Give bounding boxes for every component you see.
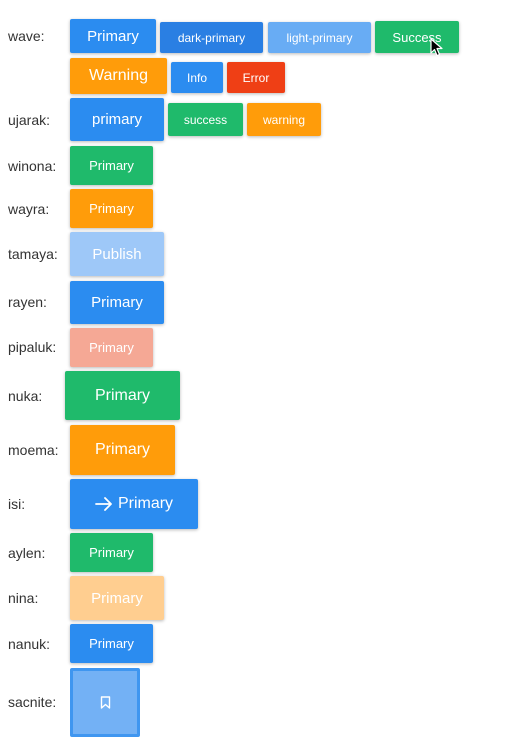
row-label-ujarak: ujarak: <box>8 112 51 128</box>
row-label-rayen: rayen: <box>8 294 47 310</box>
row-label-pipaluk: pipaluk: <box>8 339 57 355</box>
row-label-winona: winona: <box>8 158 57 174</box>
moema-primary-button[interactable]: Primary <box>70 425 175 475</box>
row-label-wayra: wayra: <box>8 201 50 217</box>
row-label-nuka: nuka: <box>8 388 43 404</box>
wave-dark-primary-button[interactable]: dark-primary <box>160 22 263 53</box>
winona-primary-button[interactable]: Primary <box>70 146 153 185</box>
wayra-primary-button[interactable]: Primary <box>70 189 153 228</box>
wave-error-button[interactable]: Error <box>227 62 285 93</box>
wave-info-button[interactable]: Info <box>171 62 223 93</box>
aylen-primary-button[interactable]: Primary <box>70 533 153 572</box>
pipaluk-primary-button[interactable]: Primary <box>70 328 153 367</box>
arrow-right-icon <box>95 497 112 511</box>
isi-primary-button-label: Primary <box>117 495 174 512</box>
row-label-wave: wave: <box>8 28 45 44</box>
mouse-cursor-icon <box>430 38 443 57</box>
wave-light-primary-button[interactable]: light-primary <box>268 22 371 53</box>
isi-primary-button[interactable]: Primary <box>70 479 198 529</box>
row-label-nanuk: nanuk: <box>8 636 51 652</box>
wave-primary-button[interactable]: Primary <box>70 19 156 53</box>
ujarak-primary-button[interactable]: primary <box>70 98 164 141</box>
row-label-moema: moema: <box>8 442 59 458</box>
wave-success-button[interactable]: Success <box>375 21 459 53</box>
wave-warning-button[interactable]: Warning <box>70 58 167 94</box>
rayen-primary-button[interactable]: Primary <box>70 281 164 324</box>
row-label-isi: isi: <box>8 496 26 512</box>
row-label-aylen: aylen: <box>8 545 46 561</box>
nanuk-primary-button[interactable]: Primary <box>70 624 153 663</box>
bookmark-icon <box>100 696 110 709</box>
nina-primary-button[interactable]: Primary <box>70 576 164 620</box>
nuka-primary-button[interactable]: Primary <box>65 371 180 420</box>
sacnite-bookmark-button[interactable] <box>70 668 140 737</box>
ujarak-warning-button[interactable]: warning <box>247 103 321 136</box>
ujarak-success-button[interactable]: success <box>168 103 243 136</box>
row-label-sacnite: sacnite: <box>8 694 57 710</box>
row-label-tamaya: tamaya: <box>8 246 58 262</box>
tamaya-publish-button[interactable]: Publish <box>70 232 164 276</box>
row-label-nina: nina: <box>8 590 39 606</box>
